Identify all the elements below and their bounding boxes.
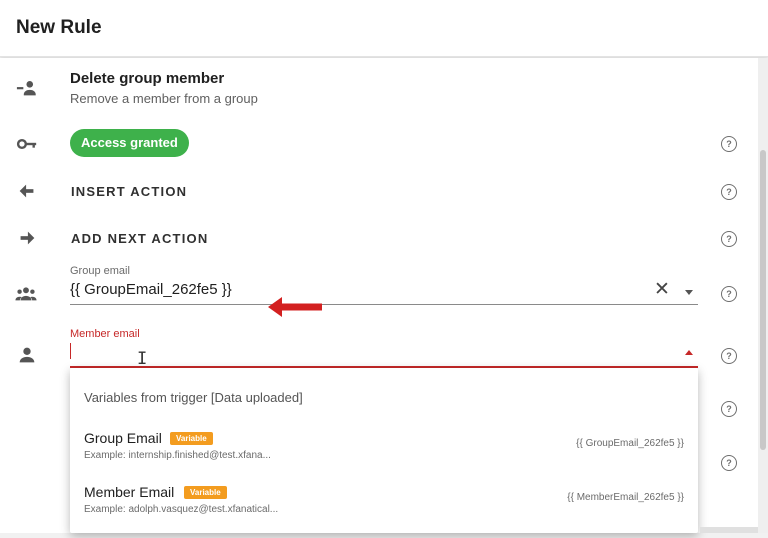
help-icon[interactable]: ?: [721, 455, 737, 471]
person-remove-icon: [16, 77, 38, 99]
chevron-up-icon[interactable]: [685, 350, 693, 355]
partial-footer-button: [700, 527, 758, 533]
dropdown-option-member-email[interactable]: Member Email Variable Example: adolph.va…: [70, 484, 698, 538]
variable-badge: Variable: [184, 486, 227, 499]
action-subtitle: Remove a member from a group: [70, 91, 258, 106]
action-title: Delete group member: [70, 70, 225, 87]
help-icon[interactable]: ?: [721, 136, 737, 152]
add-next-action-button[interactable]: ADD NEXT ACTION: [71, 231, 208, 246]
variable-badge: Variable: [170, 432, 213, 445]
arrow-right-icon: [16, 227, 38, 249]
variables-dropdown: Variables from trigger [Data uploaded] G…: [70, 368, 698, 533]
chevron-down-icon[interactable]: [685, 290, 693, 295]
text-cursor: [70, 343, 71, 359]
key-icon: [16, 133, 38, 155]
option-name: Group Email: [84, 430, 162, 446]
person-icon: [16, 344, 38, 366]
member-email-label: Member email: [70, 328, 140, 340]
group-email-underline: [70, 304, 698, 305]
option-example: Example: adolph.vasquez@test.xfanatical.…: [84, 504, 279, 515]
group-icon: [15, 283, 37, 305]
option-example: Example: internship.finished@test.xfana.…: [84, 450, 271, 461]
arrow-left-icon: [16, 180, 38, 202]
dialog-header: New Rule: [0, 0, 768, 57]
option-name: Member Email: [84, 484, 175, 500]
annotation-arrow-icon: [266, 295, 324, 319]
insert-action-button[interactable]: INSERT ACTION: [71, 184, 187, 199]
dialog-title: New Rule: [16, 17, 102, 38]
option-variable: {{ MemberEmail_262fe5 }}: [567, 492, 684, 503]
group-email-input[interactable]: {{ GroupEmail_262fe5 }}: [70, 281, 232, 298]
help-icon[interactable]: ?: [721, 401, 737, 417]
status-chip[interactable]: Access granted: [70, 129, 189, 157]
clear-icon[interactable]: ✕: [654, 280, 670, 300]
dropdown-header: Variables from trigger [Data uploaded]: [84, 390, 303, 405]
help-icon[interactable]: ?: [721, 231, 737, 247]
dropdown-option-group-email[interactable]: Group Email Variable Example: internship…: [70, 430, 698, 484]
scrollbar-thumb[interactable]: [760, 150, 766, 450]
help-icon[interactable]: ?: [721, 184, 737, 200]
group-email-label: Group email: [70, 265, 130, 277]
help-icon[interactable]: ?: [721, 286, 737, 302]
option-variable: {{ GroupEmail_262fe5 }}: [576, 438, 684, 449]
help-icon[interactable]: ?: [721, 348, 737, 364]
